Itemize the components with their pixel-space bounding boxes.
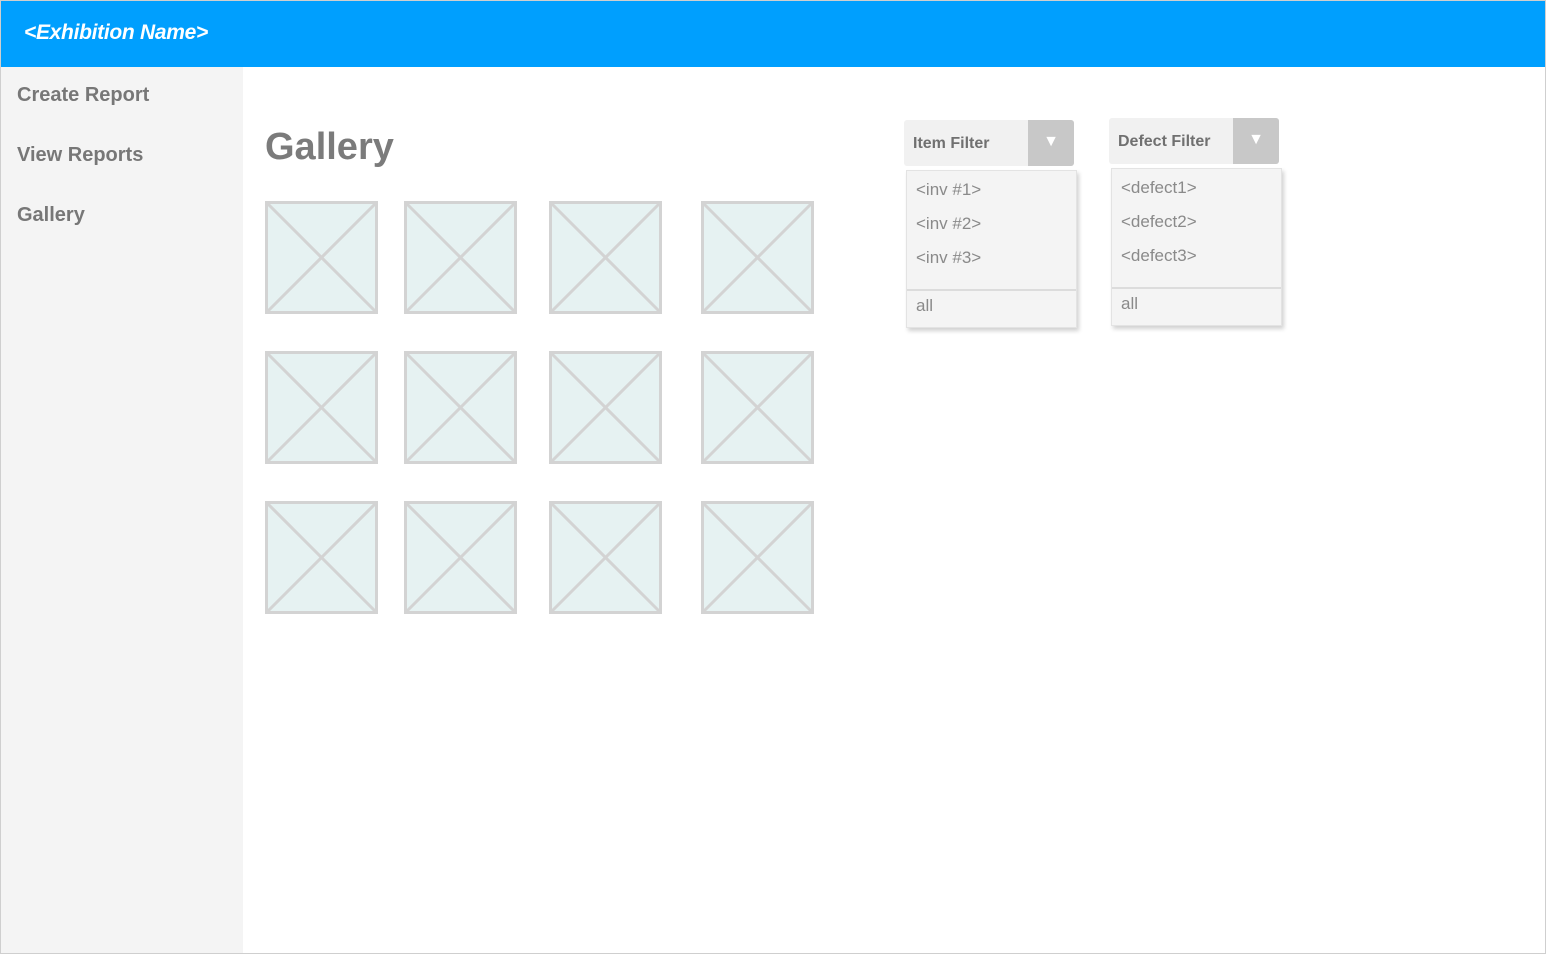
gallery-thumbnail[interactable] <box>701 501 814 614</box>
image-placeholder-icon <box>265 351 378 464</box>
triangle-down-icon[interactable]: ▼ <box>1028 120 1074 166</box>
image-placeholder-icon <box>701 351 814 464</box>
gallery-thumbnail[interactable] <box>701 351 814 464</box>
item-filter-option-all[interactable]: all <box>916 296 933 316</box>
gallery-thumbnail[interactable] <box>265 201 378 314</box>
item-filter-divider <box>907 289 1076 291</box>
image-placeholder-icon <box>404 501 517 614</box>
defect-filter-select[interactable]: Defect Filter ▼ <box>1109 118 1279 164</box>
defect-filter-option-all[interactable]: all <box>1121 294 1138 314</box>
gallery-thumbnail[interactable] <box>404 201 517 314</box>
defect-filter-option-defect2[interactable]: <defect2> <box>1121 212 1197 232</box>
gallery-thumbnail[interactable] <box>549 201 662 314</box>
sidebar-item-view-reports[interactable]: View Reports <box>17 144 143 167</box>
gallery-thumbnail[interactable] <box>701 201 814 314</box>
defect-filter-divider <box>1112 287 1281 289</box>
item-filter-dropdown[interactable]: Item Filter ▼ <inv #1> <inv #2> <inv #3>… <box>904 120 1080 335</box>
gallery-thumbnail[interactable] <box>549 351 662 464</box>
gallery-thumbnail[interactable] <box>404 501 517 614</box>
defect-filter-option-defect3[interactable]: <defect3> <box>1121 246 1197 266</box>
gallery-thumbnail[interactable] <box>265 351 378 464</box>
item-filter-option-inv-3[interactable]: <inv #3> <box>916 248 981 268</box>
defect-filter-menu: <defect1> <defect2> <defect3> all <box>1111 168 1282 326</box>
triangle-down-icon[interactable]: ▼ <box>1233 118 1279 164</box>
image-placeholder-icon <box>404 201 517 314</box>
app-window: <Exhibition Name> Create Report View Rep… <box>0 0 1546 954</box>
image-placeholder-icon <box>404 351 517 464</box>
item-filter-label: Item Filter <box>913 135 990 152</box>
page-title: Gallery <box>265 126 394 168</box>
sidebar-item-gallery[interactable]: Gallery <box>17 204 85 227</box>
image-placeholder-icon <box>265 501 378 614</box>
app-header: <Exhibition Name> <box>1 1 1545 67</box>
item-filter-option-inv-1[interactable]: <inv #1> <box>916 180 981 200</box>
defect-filter-dropdown[interactable]: Defect Filter ▼ <defect1> <defect2> <def… <box>1109 118 1285 333</box>
sidebar: Create Report View Reports Gallery <box>1 67 243 953</box>
gallery-thumbnail[interactable] <box>404 351 517 464</box>
image-placeholder-icon <box>701 201 814 314</box>
item-filter-option-inv-2[interactable]: <inv #2> <box>916 214 981 234</box>
image-placeholder-icon <box>549 501 662 614</box>
sidebar-item-create-report[interactable]: Create Report <box>17 84 149 107</box>
defect-filter-label: Defect Filter <box>1118 133 1211 150</box>
gallery-thumbnail[interactable] <box>265 501 378 614</box>
gallery-thumbnail[interactable] <box>549 501 662 614</box>
defect-filter-option-defect1[interactable]: <defect1> <box>1121 178 1197 198</box>
image-placeholder-icon <box>549 201 662 314</box>
image-placeholder-icon <box>549 351 662 464</box>
image-placeholder-icon <box>701 501 814 614</box>
exhibition-name-title: <Exhibition Name> <box>24 21 208 44</box>
item-filter-select[interactable]: Item Filter ▼ <box>904 120 1074 166</box>
image-placeholder-icon <box>265 201 378 314</box>
item-filter-menu: <inv #1> <inv #2> <inv #3> all <box>906 170 1077 328</box>
